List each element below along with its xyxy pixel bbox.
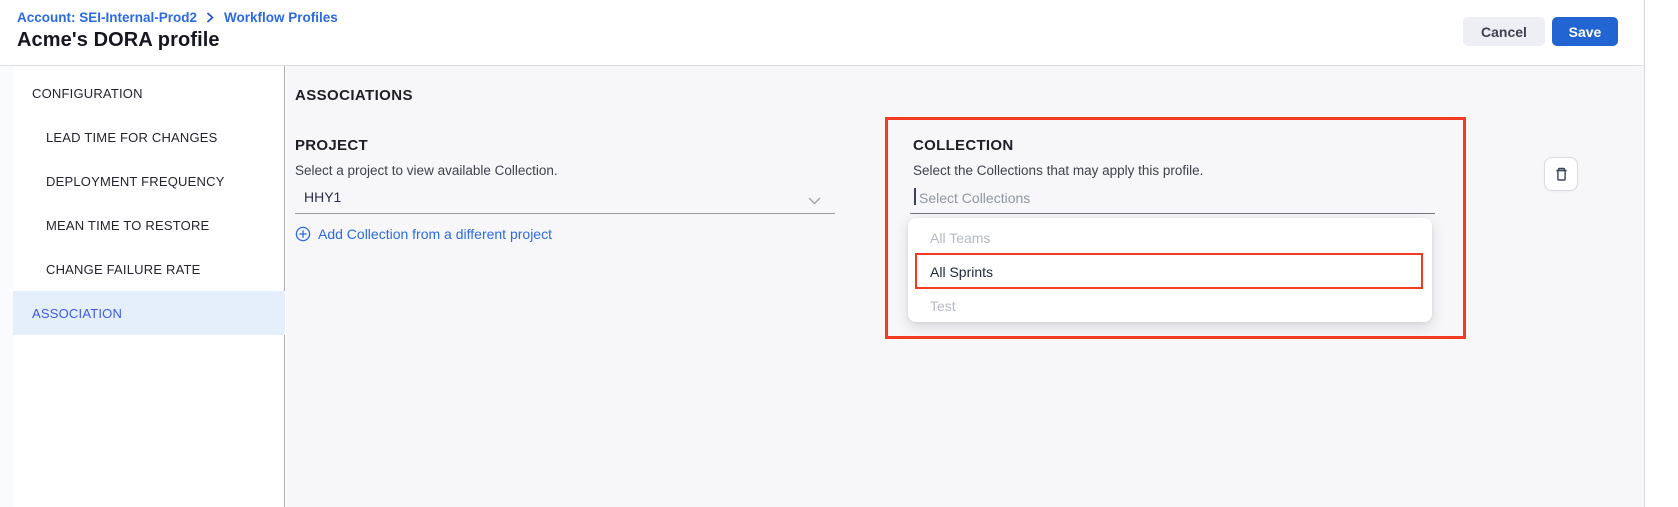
- sidebar-item-association[interactable]: ASSOCIATION: [13, 291, 285, 335]
- collection-search-input[interactable]: [919, 186, 1399, 210]
- chevron-down-icon: [808, 193, 821, 211]
- right-strip: [1645, 0, 1678, 507]
- project-select[interactable]: HHY1: [295, 183, 835, 214]
- dropdown-option-all-sprints[interactable]: All Sprints: [908, 254, 1432, 289]
- delete-association-button[interactable]: [1544, 157, 1578, 191]
- add-collection-link-label: Add Collection from a different project: [318, 226, 552, 242]
- project-description: Select a project to view available Colle…: [295, 163, 558, 178]
- associations-section-heading: ASSOCIATIONS: [295, 87, 413, 104]
- sidebar-item-change-failure-rate[interactable]: CHANGE FAILURE RATE: [13, 247, 285, 291]
- page-title: Acme's DORA profile: [17, 29, 220, 52]
- plus-circle-icon: [295, 226, 311, 242]
- cancel-button[interactable]: Cancel: [1463, 17, 1545, 46]
- left-gutter: [0, 66, 13, 507]
- sidebar-item-deployment-frequency[interactable]: DEPLOYMENT FREQUENCY: [13, 159, 285, 203]
- trash-icon: [1553, 166, 1570, 183]
- project-select-value: HHY1: [304, 189, 341, 205]
- collection-description: Select the Collections that may apply th…: [913, 163, 1203, 178]
- sidebar: CONFIGURATION LEAD TIME FOR CHANGES DEPL…: [13, 66, 285, 507]
- add-collection-link[interactable]: Add Collection from a different project: [295, 225, 552, 243]
- save-button[interactable]: Save: [1552, 17, 1618, 46]
- project-heading: PROJECT: [295, 137, 368, 154]
- dropdown-option-test[interactable]: Test: [908, 290, 1432, 322]
- collection-heading: COLLECTION: [913, 137, 1014, 154]
- sidebar-item-configuration[interactable]: CONFIGURATION: [13, 71, 285, 115]
- sidebar-item-mean-time-to-restore[interactable]: MEAN TIME TO RESTORE: [13, 203, 285, 247]
- text-cursor: [914, 188, 916, 205]
- collection-search-field[interactable]: [910, 184, 1435, 214]
- breadcrumb-workflow-profiles-link[interactable]: Workflow Profiles: [224, 10, 338, 25]
- breadcrumb: Account: SEI-Internal-Prod2 Workflow Pro…: [17, 8, 338, 26]
- sidebar-item-lead-time-for-changes[interactable]: LEAD TIME FOR CHANGES: [13, 115, 285, 159]
- collection-options-dropdown: All Teams All Sprints Test: [908, 218, 1432, 322]
- breadcrumb-account-link[interactable]: Account: SEI-Internal-Prod2: [17, 10, 197, 25]
- dropdown-option-all-teams[interactable]: All Teams: [908, 222, 1432, 254]
- chevron-right-icon: [206, 12, 215, 23]
